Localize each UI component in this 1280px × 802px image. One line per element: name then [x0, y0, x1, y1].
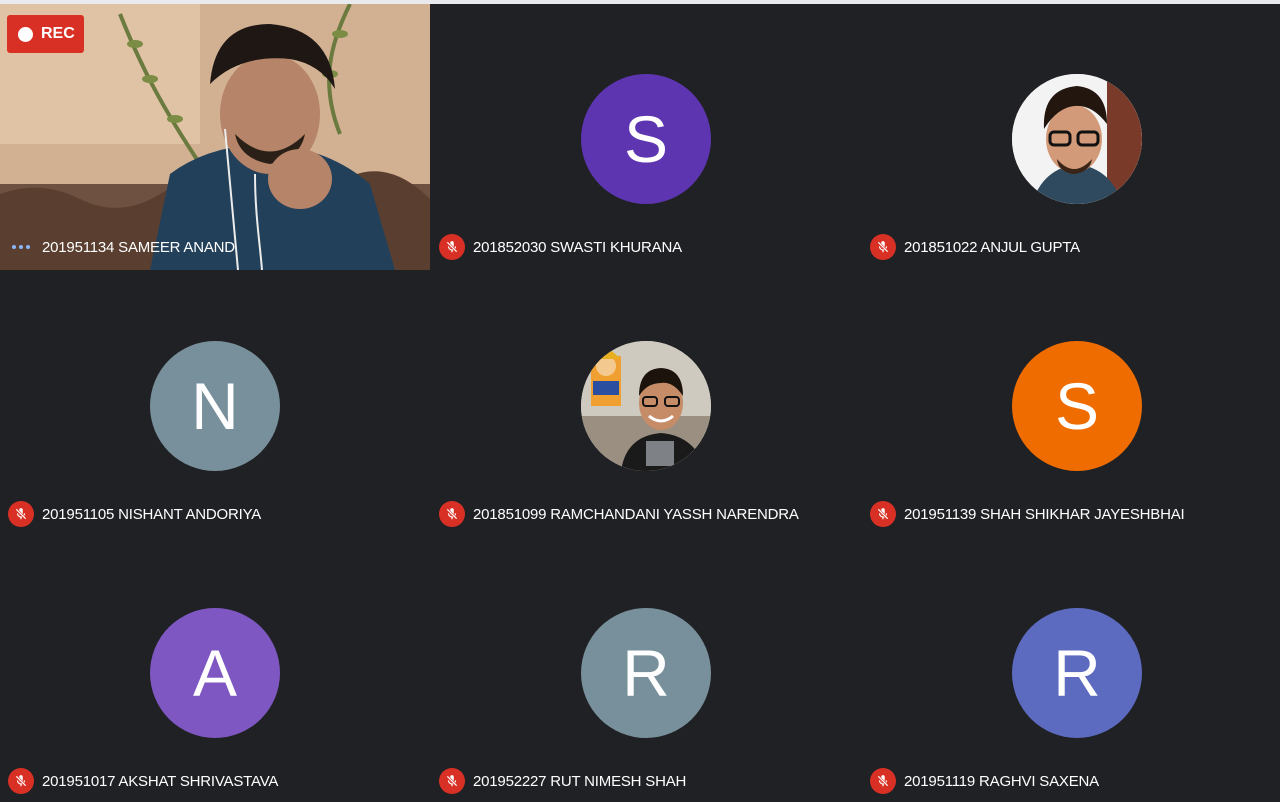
mic-off-icon — [439, 768, 465, 794]
participant-tile[interactable]: S 201852030 SWASTI KHURANA — [431, 4, 861, 270]
mic-off-icon — [439, 234, 465, 260]
avatar-initial: A — [192, 636, 238, 710]
avatar: A — [150, 608, 280, 738]
participant-name: 201951134 SAMEER ANAND — [42, 238, 235, 256]
participant-name-row: 201951139 SHAH SHIKHAR JAYESHBHAI — [870, 501, 1185, 527]
recording-label: REC — [41, 25, 75, 42]
avatar-initial: S — [1054, 369, 1100, 443]
participant-tile[interactable]: R 201951119 RAGHVI SAXENA — [862, 538, 1280, 802]
speaking-indicator-icon — [8, 245, 34, 249]
participant-name: 201951119 RAGHVI SAXENA — [904, 772, 1099, 790]
participant-name: 201951017 AKSHAT SHRIVASTAVA — [42, 772, 279, 790]
participant-name-row: 201952227 RUT NIMESH SHAH — [439, 768, 686, 794]
avatar: S — [1012, 341, 1142, 471]
avatar: R — [1012, 608, 1142, 738]
participant-name: 201952227 RUT NIMESH SHAH — [473, 772, 687, 790]
participant-tile[interactable]: REC 201951134 SAMEER ANAND — [0, 4, 430, 270]
avatar-initial: R — [622, 636, 670, 710]
mic-off-icon — [870, 768, 896, 794]
participant-tile[interactable]: 201851099 RAMCHANDANI YASSH NARENDRA — [431, 271, 861, 537]
avatar-photo — [1012, 74, 1142, 204]
avatar: N — [150, 341, 280, 471]
participant-tile[interactable]: 201851022 ANJUL GUPTA — [862, 4, 1280, 270]
participant-name-row: 201951119 RAGHVI SAXENA — [870, 768, 1099, 794]
participant-name: 201852030 SWASTI KHURANA — [473, 238, 682, 256]
participant-name-row: 201951017 AKSHAT SHRIVASTAVA — [8, 768, 278, 794]
participant-tile[interactable]: N 201951105 NISHANT ANDORIYA — [0, 271, 430, 537]
mic-off-icon — [439, 501, 465, 527]
record-dot-icon — [18, 26, 33, 42]
mic-off-icon — [8, 768, 34, 794]
participant-name: 201951139 SHAH SHIKHAR JAYESHBHAI — [904, 505, 1185, 523]
participant-name: 201851022 ANJUL GUPTA — [904, 238, 1080, 256]
recording-indicator: REC — [7, 15, 84, 53]
participant-name: 201851099 RAMCHANDANI YASSH NARENDRA — [473, 505, 799, 523]
participant-tile[interactable]: S 201951139 SHAH SHIKHAR JAYESHBHAI — [862, 271, 1280, 537]
avatar-initial: S — [623, 102, 669, 176]
avatar-photo — [581, 341, 711, 471]
avatar: R — [581, 608, 711, 738]
participant-name: 201951105 NISHANT ANDORIYA — [42, 505, 262, 523]
avatar-initial: N — [191, 369, 239, 443]
participant-name-row: 201951105 NISHANT ANDORIYA — [8, 501, 261, 527]
mic-off-icon — [870, 234, 896, 260]
participant-name-row: 201851022 ANJUL GUPTA — [870, 234, 1080, 260]
participant-tile[interactable]: A 201951017 AKSHAT SHRIVASTAVA — [0, 538, 430, 802]
avatar: S — [581, 74, 711, 204]
mic-off-icon — [8, 501, 34, 527]
mic-off-icon — [870, 501, 896, 527]
participant-name-row: 201951134 SAMEER ANAND — [8, 234, 235, 260]
participant-name-row: 201852030 SWASTI KHURANA — [439, 234, 682, 260]
participant-tile[interactable]: R 201952227 RUT NIMESH SHAH — [431, 538, 861, 802]
participant-grid: REC 201951134 SAMEER ANAND S 201852030 S… — [0, 4, 1280, 802]
participant-name-row: 201851099 RAMCHANDANI YASSH NARENDRA — [439, 501, 799, 527]
avatar-initial: R — [1053, 636, 1101, 710]
